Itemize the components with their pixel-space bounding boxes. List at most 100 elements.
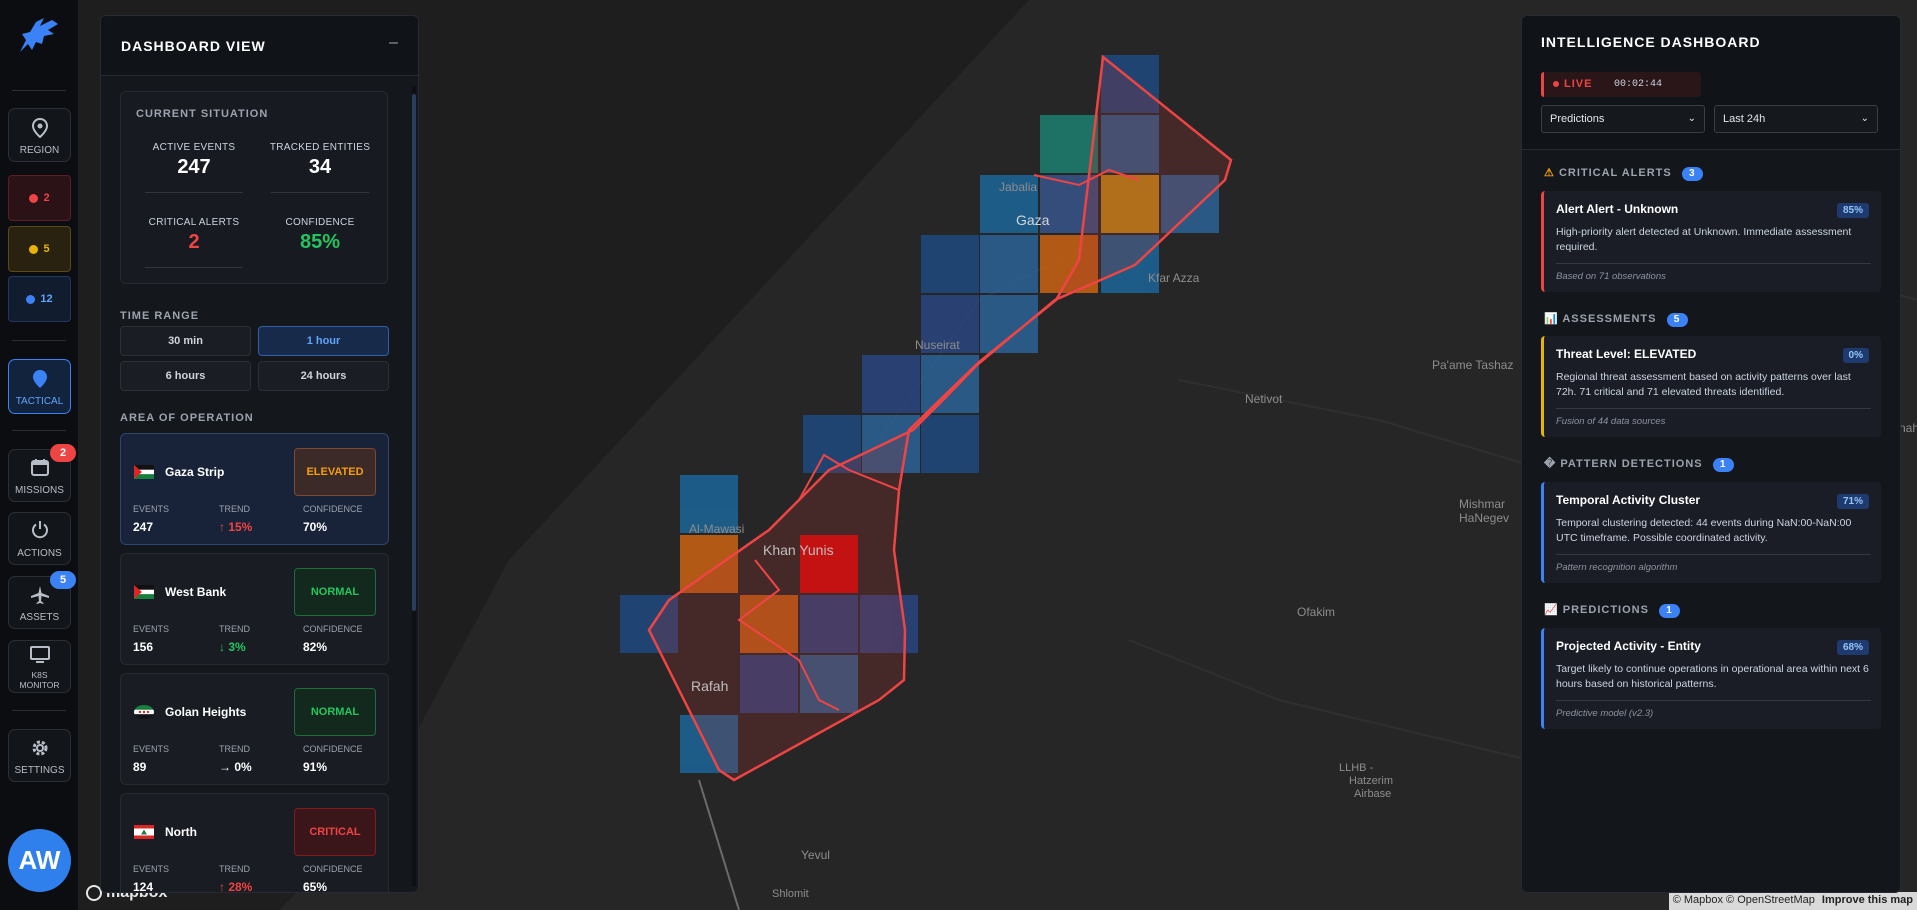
- card-footer: Predictive model (v2.3): [1556, 700, 1871, 719]
- area-card-gaza-strip[interactable]: Gaza Strip ELEVATED EVENTS TREND CONFIDE…: [120, 433, 389, 545]
- trend-label: TREND: [219, 744, 250, 754]
- trend-chart-icon: 📈: [1544, 604, 1559, 616]
- critical-counter[interactable]: 2: [8, 175, 71, 221]
- scrollbar-thumb[interactable]: [412, 94, 416, 611]
- calendar-icon: [30, 459, 49, 476]
- warning-counter[interactable]: 5: [8, 226, 71, 272]
- monitor-label: MONITOR: [19, 680, 60, 690]
- warning-count: 5: [43, 243, 50, 255]
- settings-button[interactable]: SETTINGS: [8, 729, 71, 782]
- map-label-paame-tashaz: Pa'ame Tashaz: [1432, 358, 1514, 372]
- active-events-value: 247: [177, 156, 211, 178]
- section-title: CRITICAL ALERTS: [1558, 167, 1672, 179]
- region-label: REGION: [19, 145, 60, 156]
- card-title: Threat Level: ELEVATED: [1556, 347, 1697, 361]
- confidence-label: CONFIDENCE: [303, 744, 363, 754]
- filter-time-select[interactable]: Last 24h ⌄: [1714, 105, 1878, 133]
- card-footer: Fusion of 44 data sources: [1556, 408, 1871, 427]
- trend-label: TREND: [219, 624, 250, 634]
- section-title: PATTERN DETECTIONS: [1560, 458, 1703, 470]
- section-count-badge: 3: [1681, 167, 1703, 181]
- k8s-monitor-button[interactable]: K8S MONITOR: [8, 640, 71, 693]
- filter-type-value: Predictions: [1550, 113, 1605, 125]
- section-count-badge: 5: [1666, 313, 1688, 327]
- trend-label: TREND: [219, 864, 250, 874]
- area-card-north[interactable]: North CRITICAL EVENTS TREND CONFIDENCE 1…: [120, 793, 389, 893]
- assessments-section-title: 📊 ASSESSMENTS 5: [1544, 312, 1688, 327]
- section-title: ASSESSMENTS: [1562, 313, 1657, 325]
- confidence-label: CONFIDENCE: [303, 864, 363, 874]
- user-avatar[interactable]: AW: [8, 829, 71, 892]
- heat-cell: [921, 355, 979, 413]
- assets-button[interactable]: ASSETS 5: [8, 571, 76, 629]
- status-badge: NORMAL: [294, 568, 376, 616]
- current-situation-card: CURRENT SITUATION ACTIVE EVENTS 247 TRAC…: [120, 91, 388, 284]
- dashboard-title: DASHBOARD VIEW: [121, 38, 266, 54]
- tracked-entities-label: TRACKED ENTITIES: [269, 142, 371, 153]
- active-events-label: ACTIVE EVENTS: [152, 142, 236, 153]
- pattern-card[interactable]: Temporal Activity Cluster 71% Temporal c…: [1541, 482, 1881, 583]
- map-label-hanegev: HaNegev: [1459, 511, 1510, 525]
- area-name: North: [165, 825, 197, 839]
- heat-cell: [921, 415, 979, 473]
- prediction-card[interactable]: Projected Activity - Entity 68% Target l…: [1541, 628, 1881, 729]
- tactical-button[interactable]: TACTICAL: [8, 359, 71, 414]
- time-range-title: TIME RANGE: [120, 310, 200, 322]
- info-counter[interactable]: 12: [8, 276, 71, 322]
- trend-label: TREND: [219, 504, 250, 514]
- section-count-badge: 1: [1659, 604, 1681, 618]
- time-range-6hours[interactable]: 6 hours: [120, 361, 251, 391]
- assessment-card[interactable]: Threat Level: ELEVATED 0% Regional threa…: [1541, 336, 1881, 437]
- critical-alerts-label: CRITICAL ALERTS: [148, 217, 240, 228]
- tactical-pin-icon: [32, 370, 47, 388]
- section-title: PREDICTIONS: [1562, 604, 1649, 616]
- k8s-label: K8S: [31, 670, 48, 680]
- status-badge: ELEVATED: [294, 448, 376, 496]
- time-range-1hour[interactable]: 1 hour: [258, 326, 389, 356]
- card-description: Regional threat assessment based on acti…: [1556, 371, 1851, 398]
- missions-button[interactable]: MISSIONS 2: [8, 444, 76, 502]
- events-value: 124: [133, 880, 154, 893]
- events-label: EVENTS: [133, 504, 170, 514]
- heat-cell: [862, 355, 920, 413]
- confidence-stat: CONFIDENCE 85%: [261, 217, 379, 254]
- status-badge: CRITICAL: [294, 808, 376, 856]
- road: [1178, 379, 1580, 481]
- road: [1128, 639, 1530, 761]
- filter-type-select[interactable]: Predictions ⌄: [1541, 105, 1705, 133]
- time-range-30min[interactable]: 30 min: [120, 326, 251, 356]
- events-value: 247: [133, 520, 154, 534]
- monitor-icon: [29, 646, 50, 663]
- map-label-airbase: Airbase: [1354, 788, 1392, 800]
- card-footer: Based on 71 observations: [1556, 263, 1871, 282]
- settings-label: SETTINGS: [14, 765, 65, 776]
- map-label-al-mawasi: Al-Mawasi: [689, 522, 745, 536]
- palestine-flag-icon: [134, 585, 154, 599]
- warning-icon: ⚠: [1544, 167, 1555, 179]
- palestine-flag-icon: [134, 465, 154, 479]
- intelligence-title: INTELLIGENCE DASHBOARD: [1541, 34, 1761, 50]
- minimize-button[interactable]: –: [389, 34, 398, 52]
- actions-button[interactable]: ACTIONS: [8, 512, 71, 565]
- red-dot-icon: [29, 193, 39, 203]
- area-card-west-bank[interactable]: West Bank NORMAL EVENTS TREND CONFIDENCE…: [120, 553, 389, 665]
- active-events-stat: ACTIVE EVENTS 247: [135, 142, 253, 193]
- area-card-golan-heights[interactable]: Golan Heights NORMAL EVENTS TREND CONFID…: [120, 673, 389, 785]
- intelligence-panel: INTELLIGENCE DASHBOARD LIVE 00:02:44 Pre…: [1521, 15, 1901, 893]
- alert-card[interactable]: Alert Alert - Unknown 85% High-priority …: [1541, 191, 1881, 292]
- pattern-detections-section-title: � PATTERN DETECTIONS 1: [1544, 457, 1734, 472]
- confidence-value: 85%: [299, 231, 341, 253]
- time-range-24hours[interactable]: 24 hours: [258, 361, 389, 391]
- tracked-entities-stat: TRACKED ENTITIES 34: [261, 142, 379, 193]
- region-button[interactable]: REGION: [8, 108, 71, 162]
- card-footer: Pattern recognition algorithm: [1556, 554, 1871, 573]
- dashboard-panel: DASHBOARD VIEW – CURRENT SITUATION ACTIV…: [100, 15, 419, 893]
- confidence-value: 91%: [303, 760, 328, 774]
- blue-dot-icon: [26, 294, 36, 304]
- predictions-section-title: 📈 PREDICTIONS 1: [1544, 603, 1681, 618]
- critical-alerts-value: 2: [188, 231, 200, 253]
- improve-map-link[interactable]: Improve this map: [1822, 894, 1913, 906]
- card-percent: 71%: [1836, 494, 1869, 509]
- section-count-badge: 1: [1712, 458, 1734, 472]
- actions-label: ACTIONS: [17, 548, 62, 559]
